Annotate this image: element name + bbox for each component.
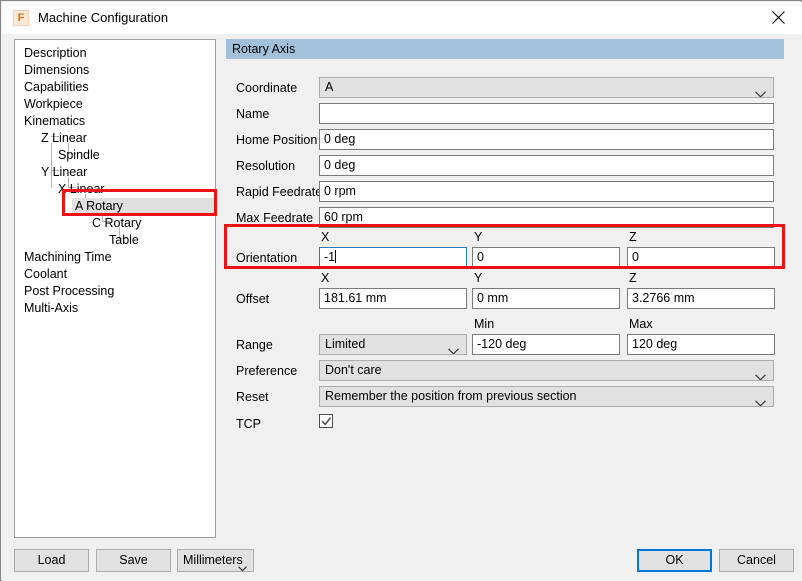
chevron-down-icon — [755, 85, 766, 97]
rotary-axis-panel: Rotary Axis Coordinate A Name Home Posit… — [224, 39, 790, 538]
tree-item-spindle[interactable]: Spindle — [55, 147, 106, 164]
load-button[interactable]: Load — [14, 549, 89, 572]
chevron-down-icon — [448, 342, 459, 354]
units-select[interactable]: Millimeters — [177, 549, 254, 572]
range-value: Limited — [325, 337, 366, 351]
preference-select[interactable]: Don't care — [319, 360, 774, 381]
text-caret — [335, 250, 337, 263]
range-max-input[interactable]: 120 deg — [627, 334, 775, 355]
max-feedrate-label: Max Feedrate — [236, 211, 314, 225]
rapid-feedrate-input[interactable]: 0 rpm — [319, 181, 774, 202]
panel-header: Rotary Axis — [226, 39, 784, 59]
rapid-feedrate-label: Rapid Feedrate — [236, 185, 323, 199]
tcp-label: TCP — [236, 417, 261, 431]
offset-x-header: X — [321, 271, 330, 285]
resolution-label: Resolution — [236, 159, 296, 173]
max-feedrate-input[interactable]: 60 rpm — [319, 207, 774, 228]
tcp-checkbox[interactable] — [319, 414, 333, 428]
orientation-z-input[interactable]: 0 — [627, 247, 775, 268]
ok-button[interactable]: OK — [637, 549, 712, 572]
chevron-down-icon — [755, 368, 766, 380]
title-bar: F Machine Configuration — [2, 2, 802, 34]
preference-value: Don't care — [325, 363, 382, 377]
range-min-header: Min — [474, 317, 495, 331]
coordinate-select[interactable]: A — [319, 77, 774, 98]
range-max-header: Max — [629, 317, 653, 331]
coordinate-label: Coordinate — [236, 81, 298, 95]
tree-item-kinematics[interactable]: Kinematics — [21, 113, 91, 130]
name-label: Name — [236, 107, 270, 121]
tree-item-capabilities[interactable]: Capabilities — [21, 79, 95, 96]
dialog-footer: Load Save Millimeters OK Cancel — [2, 542, 802, 581]
tree-item-machining-time[interactable]: Machining Time — [21, 249, 118, 266]
tree-item-post-processing[interactable]: Post Processing — [21, 283, 120, 300]
offset-label: Offset — [236, 292, 270, 306]
tree-item-c-rotary[interactable]: C Rotary — [89, 215, 147, 232]
orientation-y-header: Y — [474, 230, 483, 244]
orientation-x-header: X — [321, 230, 330, 244]
orientation-x-value: -1 — [324, 250, 336, 264]
tree-item-multi-axis[interactable]: Multi-Axis — [21, 300, 84, 317]
range-select[interactable]: Limited — [319, 334, 467, 355]
range-min-input[interactable]: -120 deg — [472, 334, 620, 355]
save-button[interactable]: Save — [96, 549, 171, 572]
units-value: Millimeters — [183, 553, 243, 567]
dialog-body: Description Dimensions Capabilities Workpie… — [2, 34, 802, 581]
orientation-z-header: Z — [629, 230, 637, 244]
coordinate-value: A — [325, 80, 334, 94]
close-button[interactable] — [756, 2, 802, 33]
reset-select[interactable]: Remember the position from previous sect… — [319, 386, 774, 407]
tree-item-y-linear[interactable]: Y Linear — [38, 164, 93, 181]
tree-item-a-rotary[interactable]: A Rotary — [72, 198, 215, 215]
tree-item-workpiece[interactable]: Workpiece — [21, 96, 89, 113]
offset-z-header: Z — [629, 271, 637, 285]
orientation-y-input[interactable]: 0 — [472, 247, 620, 268]
tree-item-x-linear[interactable]: X Linear — [55, 181, 111, 198]
resolution-input[interactable]: 0 deg — [319, 155, 774, 176]
range-label: Range — [236, 338, 273, 352]
name-input[interactable] — [319, 103, 774, 124]
navigation-tree[interactable]: Description Dimensions Capabilities Workpie… — [14, 39, 216, 538]
orientation-label: Orientation — [236, 251, 298, 265]
offset-y-header: Y — [474, 271, 483, 285]
offset-x-input[interactable]: 181.61 mm — [319, 288, 467, 309]
tree-item-dimensions[interactable]: Dimensions — [21, 62, 95, 79]
chevron-down-icon — [238, 558, 247, 579]
reset-label: Reset — [236, 390, 269, 404]
tree-item-coolant[interactable]: Coolant — [21, 266, 73, 283]
app-logo-icon: F — [13, 10, 29, 26]
tree-item-description[interactable]: Description — [21, 45, 93, 62]
window-title: Machine Configuration — [38, 10, 169, 25]
orientation-x-input[interactable]: -1 — [319, 247, 467, 268]
reset-value: Remember the position from previous sect… — [325, 389, 577, 403]
tree-item-z-linear[interactable]: Z Linear — [38, 130, 93, 147]
home-position-label: Home Position — [236, 133, 318, 147]
cancel-button[interactable]: Cancel — [719, 549, 794, 572]
chevron-down-icon — [755, 394, 766, 406]
home-position-input[interactable]: 0 deg — [319, 129, 774, 150]
offset-z-input[interactable]: 3.2766 mm — [627, 288, 775, 309]
machine-configuration-dialog: F Machine Configuration Description Dime… — [0, 0, 802, 581]
offset-y-input[interactable]: 0 mm — [472, 288, 620, 309]
preference-label: Preference — [236, 364, 298, 378]
tree-item-table[interactable]: Table — [106, 232, 145, 249]
